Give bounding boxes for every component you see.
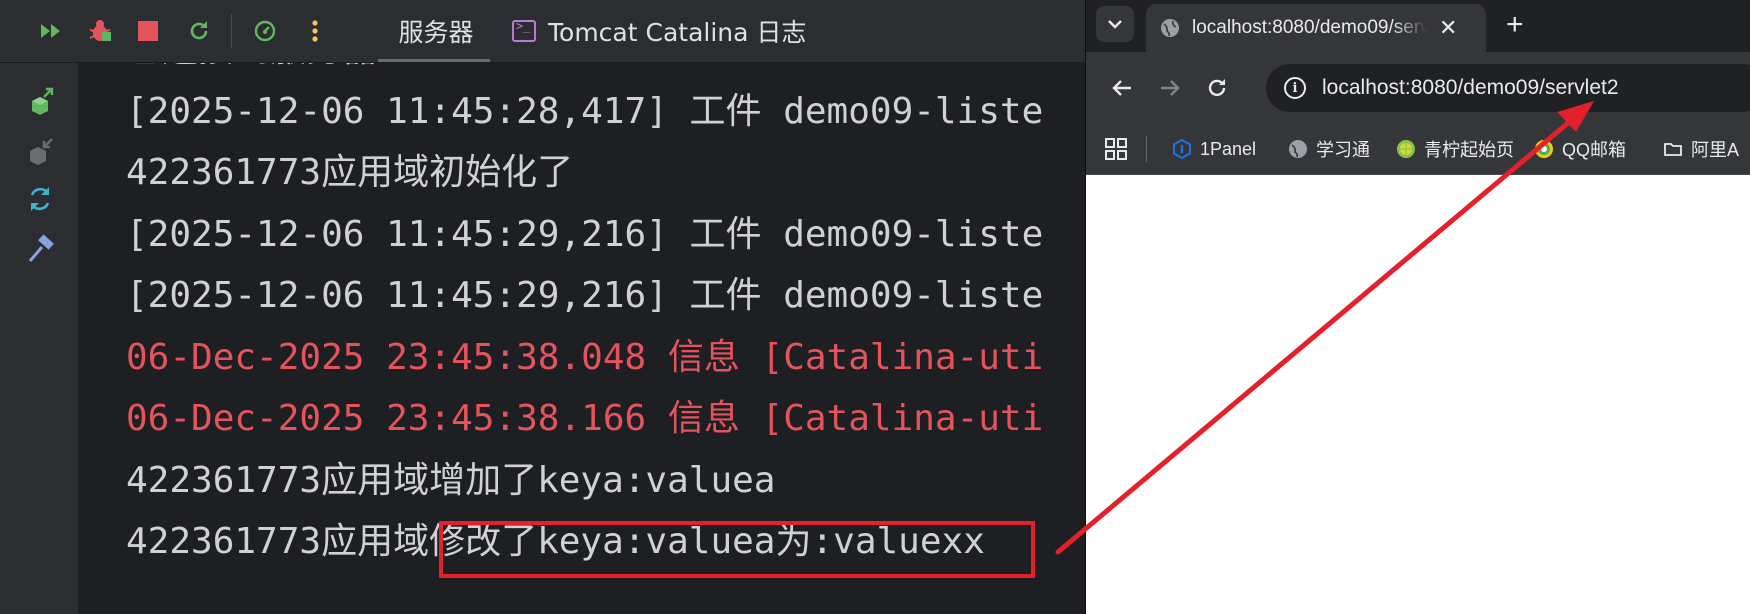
arrow-left-icon <box>1112 80 1131 96</box>
forward-button[interactable] <box>1152 70 1188 106</box>
tab-tomcat-log[interactable]: Tomcat Catalina 日志 <box>512 0 806 62</box>
reload-button[interactable] <box>1199 70 1235 106</box>
url-text[interactable]: localhost:8080/demo09/servlet2 <box>1322 76 1619 100</box>
bookmark-1panel[interactable]: 1Panel <box>1172 136 1256 162</box>
tab-server-label: 服务器 <box>398 18 474 47</box>
console-line: 422361773应用域增加了keya:valuea <box>126 459 776 501</box>
bookmark-label: 1Panel <box>1200 138 1257 159</box>
console-line: 已连接到服务器 <box>126 63 378 72</box>
page-content <box>1086 175 1750 614</box>
bookmark-label: 青柠起始页 <box>1424 140 1514 160</box>
update-icon[interactable] <box>24 183 56 215</box>
1panel-icon <box>1173 139 1191 159</box>
tab-server[interactable]: 服务器 <box>382 0 490 62</box>
ide-toolbar: 服务器 Tomcat Catalina 日志 <box>0 0 1085 63</box>
active-tab-indicator <box>378 59 490 62</box>
highlight-box <box>439 521 1035 578</box>
console-line: 06-Dec-2025 23:45:38.166 信息 [Catalina-ut… <box>126 398 1044 439</box>
bookmark-label: 阿里A <box>1691 140 1740 160</box>
rerun-icon[interactable] <box>184 16 214 46</box>
bookmark-xuexitong[interactable]: 学习通 <box>1288 136 1370 162</box>
browser-navbar: i localhost:8080/demo09/servlet2 <box>1086 52 1750 124</box>
qqmail-icon <box>1535 140 1553 158</box>
toolbar-separator <box>231 14 232 48</box>
chevron-down-icon <box>1108 20 1122 29</box>
globe-icon <box>1289 140 1307 158</box>
new-tab-button[interactable]: + <box>1506 8 1524 42</box>
console-line: [2025-12-06 11:45:29,216] 工件 demo09-list… <box>126 213 1044 255</box>
browser-tab-title: localhost:8080/demo09/servlet2 <box>1192 17 1427 38</box>
undeploy-icon[interactable] <box>24 135 56 167</box>
stop-icon[interactable] <box>133 16 163 46</box>
more-vertical-icon[interactable] <box>300 16 330 46</box>
bookmark-label: 学习通 <box>1316 140 1370 160</box>
lime-icon <box>1397 140 1415 158</box>
back-button[interactable] <box>1104 70 1140 106</box>
bookmark-qingning[interactable]: 青柠起始页 <box>1396 136 1514 162</box>
apps-grid-icon[interactable] <box>1104 137 1128 161</box>
debug-bug-icon[interactable] <box>85 16 115 46</box>
bookmarks-separator <box>1146 136 1147 162</box>
build-hammer-icon[interactable] <box>24 233 56 265</box>
arrow-right-icon <box>1161 80 1180 96</box>
bookmarks-bar: 1Panel 学习通 青柠起始页 QQ邮箱 阿里A <box>1086 124 1750 175</box>
bookmark-folder-aliyun[interactable]: 阿里A <box>1663 136 1739 162</box>
terminal-icon <box>512 19 536 42</box>
run-resume-icon[interactable] <box>36 16 66 46</box>
reload-icon <box>1208 79 1226 97</box>
console-line: [2025-12-06 11:45:28,417] 工件 demo09-list… <box>126 90 1044 132</box>
tab-search-button[interactable] <box>1096 6 1134 42</box>
tab-tomcat-log-label: Tomcat Catalina 日志 <box>548 18 807 47</box>
deploy-icon[interactable] <box>24 87 56 119</box>
services-gutter <box>0 63 79 614</box>
bookmark-qqmail[interactable]: QQ邮箱 <box>1534 136 1626 162</box>
console-line: 422361773应用域初始化了 <box>126 152 574 193</box>
folder-icon <box>1664 143 1682 156</box>
browser-tabbar: localhost:8080/demo09/servlet2 ✕ + <box>1086 0 1750 52</box>
close-tab-icon[interactable]: ✕ <box>1439 16 1457 41</box>
profiler-gauge-icon[interactable] <box>250 16 280 46</box>
address-bar[interactable]: i localhost:8080/demo09/servlet2 <box>1266 64 1750 112</box>
console-line: [2025-12-06 11:45:29,216] 工件 demo09-list… <box>126 275 1044 316</box>
browser-window: localhost:8080/demo09/servlet2 ✕ + i loc… <box>1085 0 1750 614</box>
console-line: 06-Dec-2025 23:45:38.048 信息 [Catalina-ut… <box>126 336 1044 378</box>
browser-tab[interactable]: localhost:8080/demo09/servlet2 ✕ <box>1146 4 1486 52</box>
bookmark-label: QQ邮箱 <box>1562 140 1627 160</box>
site-info-icon[interactable]: i <box>1284 77 1306 99</box>
globe-icon <box>1161 19 1179 37</box>
